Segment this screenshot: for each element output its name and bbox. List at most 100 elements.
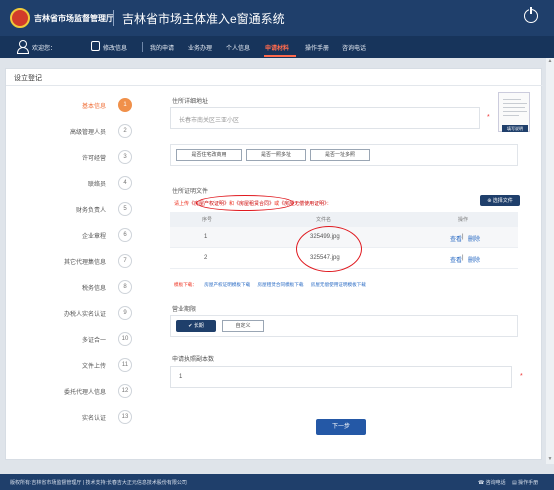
template-link-lease[interactable]: 房屋租赁合同模板下载 — [258, 282, 304, 287]
step-item[interactable]: 联络员 4 — [6, 176, 146, 190]
nav-business[interactable]: 业务办理 — [188, 43, 212, 52]
step-item[interactable]: 实名认证 13 — [6, 410, 146, 424]
address-input[interactable]: 长春市南关区三亚小区 — [170, 107, 480, 129]
step-item[interactable]: 高级管理人员 2 — [6, 124, 146, 138]
action-separator: | — [462, 255, 464, 261]
brand-name: 吉林省市场监督管理厅 — [34, 14, 114, 23]
step-item[interactable]: 其它代理集信息 7 — [6, 254, 146, 268]
copies-input[interactable]: 1 — [170, 366, 512, 388]
user-icon — [17, 40, 29, 54]
thumb-line — [503, 115, 519, 116]
step-label: 委托代理人信息 — [63, 390, 106, 396]
step-item[interactable]: 财务负责人 5 — [6, 202, 146, 216]
national-emblem-icon — [10, 8, 30, 28]
step-number: 1 — [118, 98, 132, 112]
step-label: 其它代理集信息 — [63, 260, 106, 266]
step-number: 4 — [118, 176, 132, 190]
col-filename: 文件名 — [316, 217, 332, 223]
lock-icon — [91, 41, 100, 51]
copyright-text: 版权所有:吉林省市场监督管理厅 | 技术支持:长春吉大正元信息技术股份有限公司 — [10, 480, 187, 486]
step-number: 9 — [118, 306, 132, 320]
check-icon: ✔ — [188, 323, 193, 329]
edit-info-link[interactable]: 修改信息 — [103, 43, 127, 52]
power-logout-icon[interactable] — [524, 6, 538, 23]
thumb-line — [503, 107, 525, 108]
step-number: 7 — [118, 254, 132, 268]
step-number: 10 — [118, 332, 132, 346]
residential-to-commercial-button[interactable]: 是否住宅改商用 — [176, 149, 242, 161]
top-header: 吉林省市场监督管理厅 吉林省市场主体准入e窗通系统 — [0, 0, 554, 36]
step-number: 5 — [118, 202, 132, 216]
required-mark: * — [520, 373, 523, 380]
nav-application-materials[interactable]: 申请材料 — [265, 43, 289, 52]
footer-hotline-link[interactable]: ☎ 咨询电话 — [478, 479, 506, 486]
step-item[interactable]: 企业章程 6 — [6, 228, 146, 242]
delete-link[interactable]: 删除 — [468, 234, 480, 243]
view-link[interactable]: 查看 — [450, 255, 462, 264]
nav-my-applications[interactable]: 我的申请 — [150, 43, 174, 52]
nav-manual[interactable]: 操作手册 — [305, 43, 329, 52]
one-address-multi-license-button[interactable]: 是否一址多照 — [310, 149, 370, 161]
step-item[interactable]: 多证合一 10 — [6, 332, 146, 346]
footer: 版权所有:吉林省市场监督管理厅 | 技术支持:长春吉大正元信息技术股份有限公司 … — [0, 474, 554, 490]
row-index: 2 — [204, 255, 208, 261]
step-label: 高级管理人员 — [69, 130, 106, 136]
plus-icon: ⊕ — [487, 198, 492, 204]
system-title: 吉林省市场主体准入e窗通系统 — [122, 12, 285, 26]
step-label: 多证合一 — [81, 338, 106, 344]
nav-active-indicator — [264, 55, 296, 57]
step-label: 办税人实名认证 — [63, 312, 106, 318]
period-label: 营业期限 — [172, 307, 197, 313]
thumb-line — [503, 111, 527, 112]
col-action: 操作 — [458, 217, 469, 223]
step-label: 文件上传 — [81, 364, 106, 370]
period-custom-button[interactable]: 自定义 — [222, 320, 264, 332]
delete-link[interactable]: 删除 — [468, 255, 480, 264]
required-mark: * — [487, 114, 490, 121]
nav-personal-info[interactable]: 个人信息 — [226, 43, 250, 52]
template-link-free-use[interactable]: 房屋无偿使用证明模板下载 — [311, 282, 366, 287]
scroll-down-icon[interactable]: ▼ — [546, 456, 554, 462]
step-item[interactable]: 税务信息 8 — [6, 280, 146, 294]
step-item[interactable]: 基本信息 1 — [6, 98, 146, 112]
template-download-row: 模板下载： 房屋产权证明模板下载 房屋租赁合同模板下载 房屋无偿使用证明模板下载 — [174, 282, 366, 288]
section-title: 设立登记 — [14, 75, 42, 82]
row-index: 1 — [204, 234, 208, 240]
thumb-line — [503, 99, 521, 100]
address-label: 住所详细地址 — [172, 99, 209, 105]
doc-label: 住所证明文件 — [172, 189, 209, 195]
step-label: 财务负责人 — [75, 208, 106, 214]
copies-label: 申请执照副本数 — [172, 357, 215, 363]
step-label: 基本信息 — [81, 104, 106, 110]
annotation-ellipse — [296, 226, 362, 272]
step-number: 13 — [118, 410, 132, 424]
template-link-ownership[interactable]: 房屋产权证明模板下载 — [204, 282, 250, 287]
step-item[interactable]: 委托代理人信息 12 — [6, 384, 146, 398]
step-number: 3 — [118, 150, 132, 164]
step-item[interactable]: 文件上传 11 — [6, 358, 146, 372]
table-header: 序号 文件名 操作 — [170, 212, 518, 227]
nav-hotline[interactable]: 咨询电话 — [342, 43, 366, 52]
scroll-up-icon[interactable]: ▲ — [546, 58, 554, 64]
footer-manual-link[interactable]: ▤ 操作手册 — [512, 479, 538, 486]
period-longterm-button[interactable]: ✔ 长期 — [176, 320, 216, 332]
book-icon: ▤ — [512, 480, 517, 486]
instruction-button[interactable]: 填写说明 — [502, 125, 528, 132]
step-label: 实名认证 — [81, 416, 106, 422]
step-number: 2 — [118, 124, 132, 138]
choose-file-button[interactable]: ⊕ 选择文件 — [480, 195, 520, 206]
template-label: 模板下载： — [174, 282, 197, 287]
one-license-multi-address-button[interactable]: 是否一照多址 — [246, 149, 306, 161]
step-item[interactable]: 办税人实名认证 9 — [6, 306, 146, 320]
annotation-ellipse — [196, 195, 294, 211]
step-item[interactable]: 许可经营 3 — [6, 150, 146, 164]
view-link[interactable]: 查看 — [450, 234, 462, 243]
step-number: 8 — [118, 280, 132, 294]
step-number: 11 — [118, 358, 132, 372]
instruction-thumbnail[interactable]: 填写说明 — [498, 92, 530, 132]
step-number: 12 — [118, 384, 132, 398]
scrollbar[interactable] — [546, 58, 554, 464]
phone-icon: ☎ — [478, 480, 485, 486]
header-divider — [113, 10, 114, 26]
next-button[interactable]: 下一步 — [316, 419, 366, 435]
